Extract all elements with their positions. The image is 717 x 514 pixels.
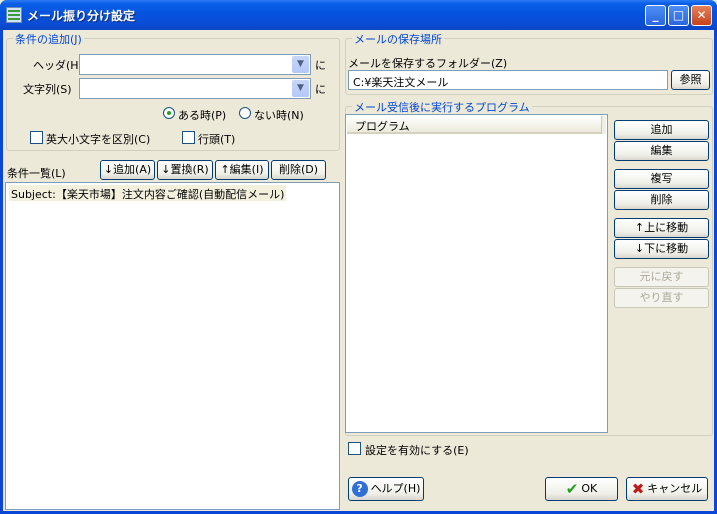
undo-button[interactable]: 元に戻す	[614, 267, 709, 287]
program-group-label: メール受信後に実行するプログラム	[352, 99, 532, 115]
line-start-label[interactable]: 行頭(T)	[198, 131, 235, 147]
move-down-button[interactable]: ↓下に移動	[614, 239, 709, 259]
condition-add-group-label: 条件の追加(J)	[13, 31, 84, 47]
case-sensitive-checkbox[interactable]	[30, 131, 43, 144]
edit-condition-button[interactable]: ↑編集(I)	[215, 160, 269, 180]
help-button-label: ヘルプ(H)	[370, 482, 421, 495]
radio-present-label[interactable]: ある時(P)	[178, 107, 226, 123]
browse-button[interactable]: 参照	[671, 70, 710, 90]
replace-condition-button[interactable]: ↓置換(R)	[157, 160, 213, 180]
folder-input[interactable]: C:¥楽天注文メール	[348, 70, 668, 90]
condition-list-label: 条件一覧(L)	[7, 167, 66, 180]
storage-group-label: メールの保存場所	[352, 31, 444, 47]
radio-absent[interactable]	[239, 107, 251, 119]
delete-program-button[interactable]: 削除	[614, 190, 709, 210]
radio-present[interactable]	[163, 107, 175, 119]
minimize-button[interactable]: _	[645, 5, 666, 26]
folder-label: メールを保存するフォルダー(Z)	[348, 57, 508, 70]
program-listview[interactable]: プログラム	[345, 114, 608, 433]
chevron-down-icon[interactable]: ▼	[292, 56, 309, 73]
redo-button[interactable]: やり直す	[614, 288, 709, 308]
string-suffix: に	[315, 83, 326, 96]
cross-icon: ✖	[631, 480, 645, 498]
checkmark-icon: ✔	[565, 480, 579, 498]
header-combobox[interactable]: ▼	[79, 54, 311, 75]
string-combobox[interactable]: ▼	[79, 78, 311, 99]
question-icon: ?	[351, 481, 368, 497]
dialog-window: メール振り分け設定 _ □ ✕ 条件の追加(J) ヘッダ(H) ▼ に 文字列(…	[0, 0, 717, 514]
case-sensitive-label[interactable]: 英大小文字を区別(C)	[46, 131, 150, 147]
cancel-button-label: キャンセル	[647, 482, 703, 495]
copy-program-button[interactable]: 複写	[614, 169, 709, 189]
enable-setting-label[interactable]: 設定を有効にする(E)	[365, 442, 469, 458]
radio-absent-label[interactable]: ない時(N)	[254, 107, 304, 123]
header-suffix: に	[315, 59, 326, 72]
edit-program-button[interactable]: 編集	[614, 141, 709, 161]
line-start-checkbox[interactable]	[182, 131, 195, 144]
delete-condition-button[interactable]: 削除(D)	[271, 160, 326, 180]
move-up-button[interactable]: ↑上に移動	[614, 218, 709, 238]
chevron-down-icon[interactable]: ▼	[292, 80, 309, 97]
title-bar[interactable]: メール振り分け設定 _ □ ✕	[0, 0, 717, 30]
window-title: メール振り分け設定	[27, 9, 136, 23]
ok-button[interactable]: ✔ OK	[545, 477, 618, 501]
program-column-header[interactable]: プログラム	[347, 116, 606, 134]
enable-setting-checkbox[interactable]	[348, 442, 361, 455]
app-icon	[6, 7, 22, 23]
list-item[interactable]: Subject:【楽天市場】注文内容ご確認(自動配信メール)	[9, 185, 287, 201]
dialog-client-area: 条件の追加(J) ヘッダ(H) ▼ に 文字列(S) ▼ に ある時(P) ない…	[3, 30, 714, 511]
maximize-button[interactable]: □	[668, 5, 689, 26]
header-label: ヘッダ(H)	[33, 59, 83, 72]
cancel-button[interactable]: ✖ キャンセル	[626, 477, 708, 501]
condition-listbox[interactable]: Subject:【楽天市場】注文内容ご確認(自動配信メール)	[5, 182, 340, 510]
add-condition-button[interactable]: ↓追加(A)	[100, 160, 155, 180]
close-button[interactable]: ✕	[691, 5, 712, 26]
help-button[interactable]: ? ヘルプ(H)	[348, 477, 424, 501]
ok-button-label: OK	[581, 482, 598, 495]
string-label: 文字列(S)	[23, 83, 72, 96]
add-program-button[interactable]: 追加	[614, 120, 709, 140]
